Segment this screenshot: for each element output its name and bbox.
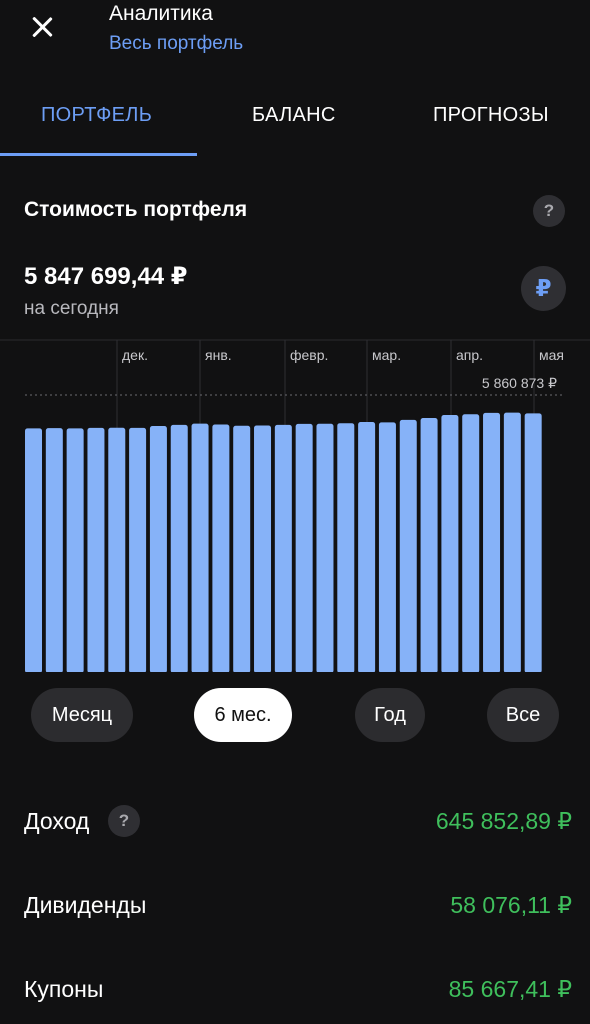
income-row[interactable]: Доход ? 645 852,89 ₽ xyxy=(0,802,590,842)
chart-bar xyxy=(295,423,313,672)
chart-bar xyxy=(25,428,42,672)
chart-bar xyxy=(358,422,376,672)
portfolio-value: 5 847 699,44 ₽ xyxy=(24,263,188,290)
tab-balance[interactable]: БАЛАНС xyxy=(252,104,336,127)
period-year-button[interactable]: Год xyxy=(355,688,425,742)
chart-bar xyxy=(149,426,167,672)
tab-portfolio[interactable]: ПОРТФЕЛЬ xyxy=(41,104,152,127)
coupons-value: 85 667,41 ₽ xyxy=(448,976,572,1002)
value-caption: на сегодня xyxy=(24,298,119,319)
chart-bar xyxy=(212,424,230,672)
period-month-button[interactable]: Месяц xyxy=(31,688,133,742)
chart-bar xyxy=(66,428,84,672)
tab-bar: ПОРТФЕЛЬ БАЛАНС ПРОГНОЗЫ xyxy=(0,86,590,156)
period-all-button[interactable]: Все xyxy=(487,688,559,742)
page-title: Аналитика xyxy=(109,2,213,25)
chart-bar xyxy=(129,427,147,672)
x-tick-label: янв. xyxy=(205,347,232,363)
portfolio-selector[interactable]: Весь портфель xyxy=(109,33,243,55)
section-title: Стоимость портфеля xyxy=(24,198,248,221)
bar-chart-svg: дек. янв. февр. мар. апр. мая 5 860 873 ₽ xyxy=(0,339,590,672)
dividends-value: 58 076,11 ₽ xyxy=(450,892,572,918)
chart-bar xyxy=(233,425,251,672)
x-tick-label: дек. xyxy=(122,347,148,363)
chart-bar xyxy=(399,419,417,672)
coupons-label: Купоны xyxy=(24,976,104,1002)
dividends-label: Дивиденды xyxy=(24,892,147,918)
chart-bar xyxy=(170,424,188,672)
help-icon[interactable]: ? xyxy=(533,195,565,227)
active-tab-indicator xyxy=(0,153,197,156)
coupons-row[interactable]: Купоны 85 667,41 ₽ xyxy=(0,970,590,1010)
chart-bar xyxy=(462,414,480,672)
chart-bar xyxy=(191,423,209,672)
chart-bar xyxy=(316,423,334,672)
income-help-icon[interactable]: ? xyxy=(108,805,140,837)
chart-bar xyxy=(441,414,459,672)
chart-bar xyxy=(274,424,292,672)
header: Аналитика Весь портфель xyxy=(0,0,590,70)
chart-bar xyxy=(87,427,105,672)
x-tick-label: февр. xyxy=(290,347,328,363)
chart-bar xyxy=(420,418,438,672)
period-selector: Месяц 6 мес. Год Все xyxy=(0,688,590,744)
income-value: 645 852,89 ₽ xyxy=(435,808,572,834)
x-tick-label: мар. xyxy=(372,347,401,363)
x-tick-label: апр. xyxy=(456,347,483,363)
portfolio-chart[interactable]: дек. янв. февр. мар. апр. мая 5 860 873 ₽ xyxy=(0,338,590,672)
chart-bar xyxy=(503,412,521,672)
chart-bar xyxy=(45,428,63,672)
chart-bar xyxy=(108,427,126,672)
chart-bar xyxy=(337,423,355,672)
x-tick-label: мая xyxy=(539,347,564,363)
chart-bar xyxy=(254,425,272,672)
period-6months-button[interactable]: 6 мес. xyxy=(194,688,292,742)
income-label: Доход xyxy=(24,808,90,834)
chart-bar xyxy=(378,422,396,672)
max-value-label: 5 860 873 ₽ xyxy=(482,375,557,391)
currency-ruble-icon[interactable]: ₽ xyxy=(521,266,566,311)
chart-bar xyxy=(483,412,501,672)
dividends-row[interactable]: Дивиденды 58 076,11 ₽ xyxy=(0,886,590,926)
tab-forecasts[interactable]: ПРОГНОЗЫ xyxy=(433,104,549,127)
chart-bar xyxy=(524,413,542,672)
close-icon[interactable] xyxy=(22,8,62,48)
